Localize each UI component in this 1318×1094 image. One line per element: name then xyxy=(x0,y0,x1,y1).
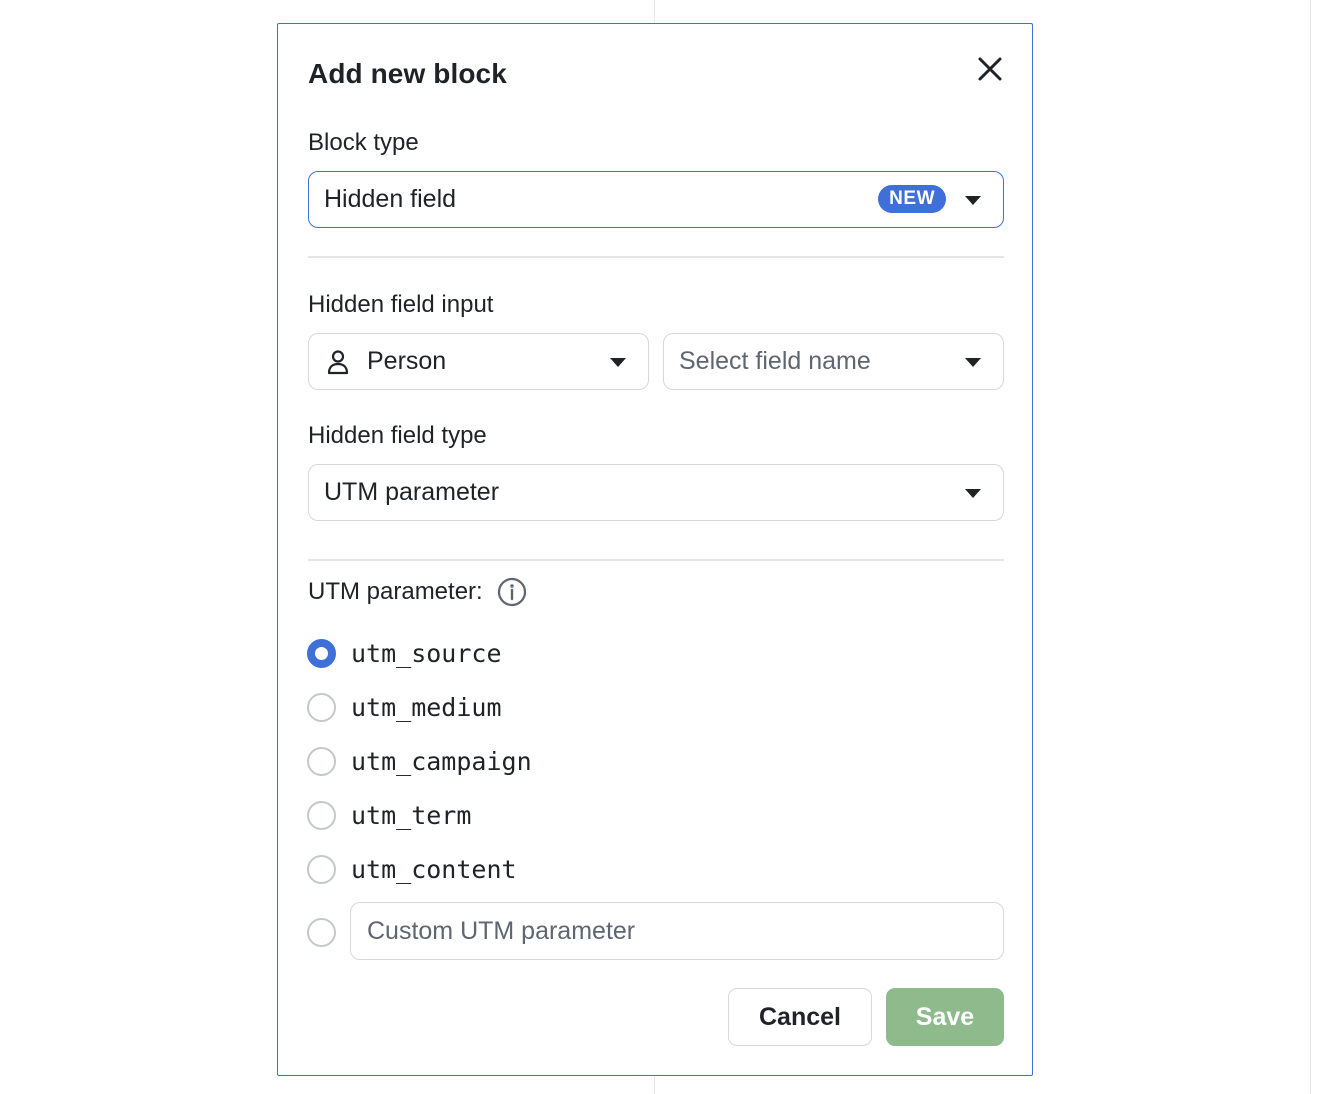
chevron-down-icon xyxy=(965,357,981,367)
radio-button-checked[interactable] xyxy=(307,638,336,668)
person-icon xyxy=(327,349,349,374)
radio-utm-source[interactable]: utm_source xyxy=(307,638,502,668)
radio-label: utm_campaign xyxy=(351,746,532,776)
entity-select[interactable]: Person xyxy=(308,333,649,390)
section-divider xyxy=(308,256,1004,258)
chevron-down-icon xyxy=(610,357,626,367)
close-button[interactable] xyxy=(975,54,1005,84)
radio-button[interactable] xyxy=(307,746,336,776)
dialog-title: Add new block xyxy=(308,58,507,89)
chevron-down-icon xyxy=(965,488,981,498)
chevron-down-icon xyxy=(965,195,981,205)
hidden-field-type-value: UTM parameter xyxy=(324,478,500,506)
radio-label: utm_content xyxy=(351,854,517,884)
radio-button[interactable] xyxy=(307,854,336,884)
utm-parameter-label: UTM parameter: xyxy=(308,578,483,605)
custom-utm-input[interactable] xyxy=(350,902,1004,960)
radio-utm-campaign[interactable]: utm_campaign xyxy=(307,746,532,776)
hidden-field-type-select[interactable]: UTM parameter xyxy=(308,464,1004,521)
section-divider xyxy=(308,559,1004,561)
background-scrollbar-edge xyxy=(1310,0,1311,1094)
block-type-label: Block type xyxy=(308,129,419,156)
radio-utm-term[interactable]: utm_term xyxy=(307,800,471,830)
radio-label: utm_term xyxy=(351,800,472,830)
radio-utm-content[interactable]: utm_content xyxy=(307,854,517,884)
entity-value: Person xyxy=(367,347,447,375)
field-name-select[interactable]: Select field name xyxy=(663,333,1004,390)
info-icon[interactable] xyxy=(497,577,527,607)
radio-button[interactable] xyxy=(307,800,336,830)
block-type-select[interactable]: Hidden field NEW xyxy=(308,171,1004,228)
radio-label: utm_source xyxy=(351,638,502,668)
radio-utm-medium[interactable]: utm_medium xyxy=(307,692,502,722)
cancel-button[interactable]: Cancel xyxy=(728,988,872,1046)
field-name-placeholder: Select field name xyxy=(679,347,871,375)
close-icon xyxy=(978,57,1002,81)
save-button[interactable]: Save xyxy=(886,988,1004,1046)
hidden-field-input-label: Hidden field input xyxy=(308,291,494,318)
radio-utm-custom[interactable] xyxy=(307,917,336,947)
radio-button[interactable] xyxy=(307,692,336,722)
block-type-value: Hidden field xyxy=(324,185,457,213)
utm-parameter-heading: UTM parameter: xyxy=(308,577,527,607)
radio-button[interactable] xyxy=(307,917,336,947)
add-block-dialog: Add new block Block type Hidden field NE… xyxy=(277,23,1033,1076)
radio-label: utm_medium xyxy=(351,692,502,722)
hidden-field-type-label: Hidden field type xyxy=(308,422,487,449)
new-badge: NEW xyxy=(878,185,946,213)
